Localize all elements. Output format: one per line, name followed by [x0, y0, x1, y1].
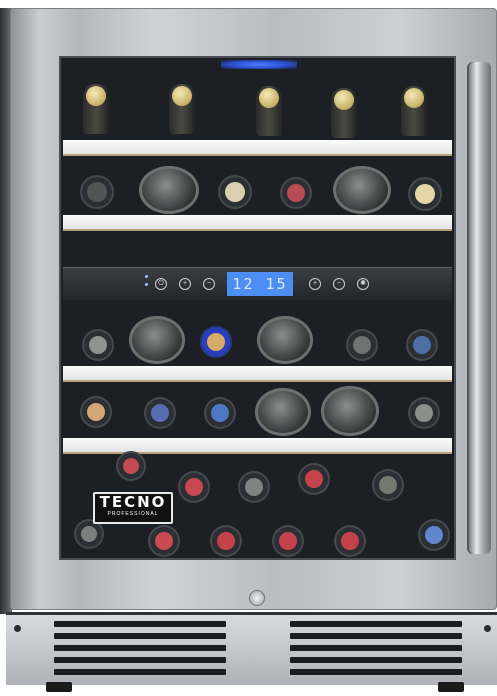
control-panel: ⏻ + − 12 15 + − ✺: [63, 267, 452, 300]
leveling-foot: [46, 682, 72, 692]
bottle-cap: [155, 532, 173, 550]
bottle-cap: [123, 458, 139, 474]
bottle-cap: [217, 532, 235, 550]
lock-icon[interactable]: [249, 590, 265, 606]
screw: [14, 625, 21, 632]
bottle-base: [129, 316, 185, 364]
shelf-rack: [63, 438, 452, 454]
bottle-cap: [415, 184, 435, 204]
bottle: [83, 84, 109, 134]
bottle-cap: [185, 478, 203, 496]
bottle-cap: [245, 478, 263, 496]
bottle-cap: [89, 336, 107, 354]
plus-icon[interactable]: +: [309, 278, 321, 290]
plus-icon[interactable]: +: [179, 278, 191, 290]
door-handle[interactable]: [469, 62, 491, 554]
bottle-cap: [225, 182, 245, 202]
bottle-cap: [415, 404, 433, 422]
vent-left: [54, 621, 226, 677]
minus-icon[interactable]: −: [203, 278, 215, 290]
bottle-base: [139, 166, 199, 214]
interior-light: [221, 60, 297, 69]
minus-icon[interactable]: −: [333, 278, 345, 290]
bottle-cap: [379, 476, 397, 494]
bottle: [331, 88, 357, 138]
bottle-base: [257, 316, 313, 364]
brand-name: TECNO: [99, 493, 167, 511]
bottle-base: [321, 386, 379, 436]
bottle-cap: [287, 184, 305, 202]
vent-right: [290, 621, 462, 677]
shelf-rack: [63, 366, 452, 382]
screw: [484, 625, 491, 632]
bottle-cap: [341, 532, 359, 550]
bottle-cap: [211, 404, 229, 422]
bottle: [256, 86, 282, 136]
brand-logo: TECNO PROFESSIONAL: [93, 492, 173, 524]
shelf-rack: [63, 215, 452, 231]
bottle-cap: [87, 403, 105, 421]
brand-subtitle: PROFESSIONAL: [107, 511, 159, 517]
indicator-lights: [145, 275, 149, 291]
power-icon[interactable]: ⏻: [155, 278, 167, 290]
bottle-cap: [81, 526, 97, 542]
bottle-cap: [279, 532, 297, 550]
bottle-cap: [305, 470, 323, 488]
temperature-display: 12 15: [227, 272, 293, 296]
bottle-cap: [87, 182, 107, 202]
bottle: [401, 86, 427, 136]
light-icon[interactable]: ✺: [357, 278, 369, 290]
glass-door: ⏻ + − 12 15 + − ✺ TECNO PROFESSIONAL: [61, 58, 454, 558]
bottle-cap: [413, 336, 431, 354]
bottle-base: [255, 388, 311, 436]
bottle-cap: [425, 526, 443, 544]
leveling-foot: [438, 682, 464, 692]
shelf-rack: [63, 140, 452, 156]
bottle-cap: [353, 336, 371, 354]
kickplate: [6, 612, 497, 685]
bottle: [169, 84, 195, 134]
bottle-base: [333, 166, 391, 214]
bottle-cap: [207, 333, 225, 351]
bottle-cap: [151, 404, 169, 422]
